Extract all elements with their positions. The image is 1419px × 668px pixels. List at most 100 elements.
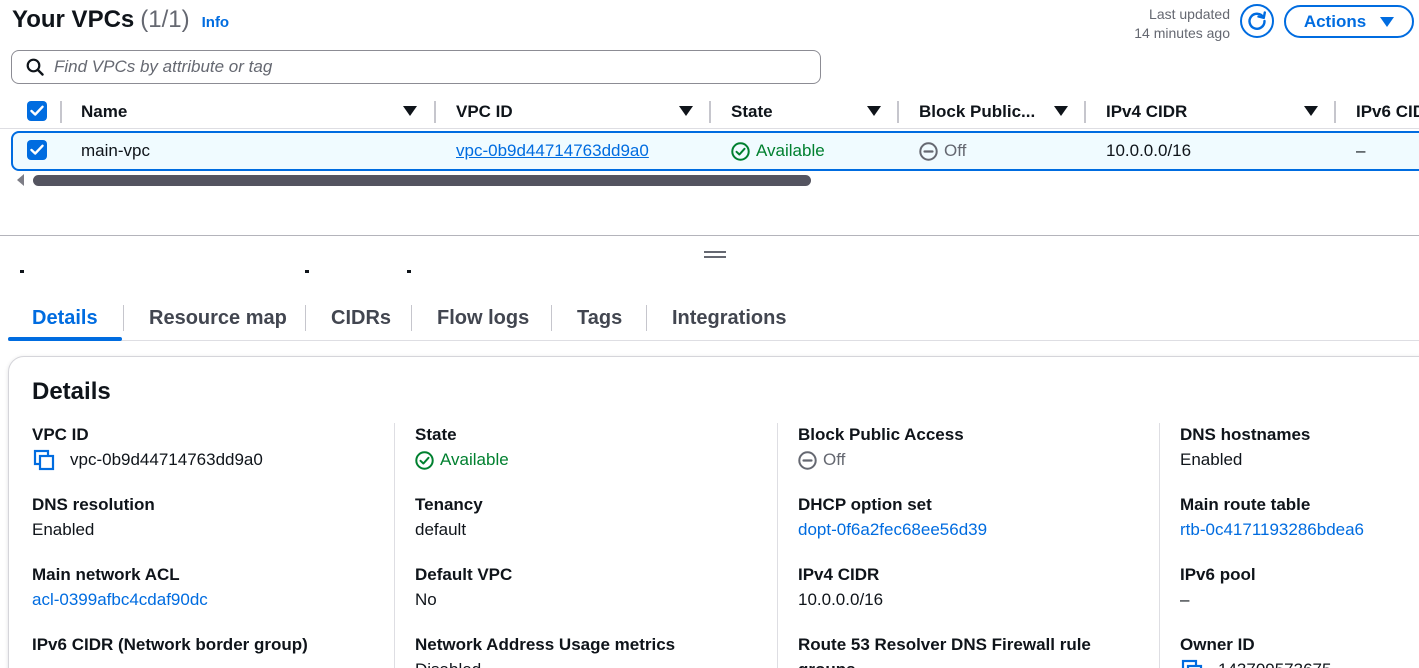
r53-firewall-label: Route 53 Resolver DNS Firewall rule: [798, 635, 1091, 654]
cell-state-text: Available: [756, 141, 825, 160]
row-checkbox[interactable]: [27, 140, 47, 160]
checkmark-icon: [30, 144, 44, 155]
clipped-text-fragment: [407, 270, 411, 273]
tab-details[interactable]: Details: [32, 305, 98, 331]
sort-caret-icon[interactable]: [1054, 106, 1068, 116]
block-public-access-value: Off: [798, 449, 845, 471]
r53-firewall-label-line2: groups: [798, 659, 856, 668]
tab-cidrs[interactable]: CIDRs: [331, 305, 391, 331]
cell-ipv6-cidr: –: [1356, 141, 1366, 160]
split-divider: [0, 235, 1419, 236]
last-updated: Last updated 14 minutes ago: [1100, 5, 1230, 43]
tab-tags[interactable]: Tags: [577, 305, 622, 331]
tenancy-label: Tenancy: [415, 495, 483, 514]
nau-metrics-label: Network Address Usage metrics: [415, 635, 676, 654]
tenancy-value: default: [415, 520, 467, 539]
sort-caret-icon[interactable]: [679, 106, 693, 116]
scroll-left-icon[interactable]: [17, 174, 24, 186]
state-value: Available: [415, 449, 509, 471]
nau-metrics-value: Disabled: [415, 659, 481, 668]
cell-vpc-id-link[interactable]: vpc-0b9d44714763dd9a0: [456, 140, 649, 162]
selection-count: (1/1): [140, 6, 190, 33]
column-divider[interactable]: [1334, 101, 1336, 123]
check-circle-icon: [731, 141, 750, 161]
check-circle-icon: [415, 450, 434, 470]
tabs-divider: [8, 340, 1419, 341]
column-divider: [60, 101, 62, 123]
page-header: Your VPCs (1/1) Info: [12, 6, 229, 34]
column-header-block-public[interactable]: Block Public...: [919, 101, 1035, 123]
sort-caret-icon[interactable]: [403, 106, 417, 116]
refresh-button[interactable]: [1240, 4, 1274, 38]
sort-caret-icon[interactable]: [1304, 106, 1318, 116]
clipped-text-fragment: [305, 270, 309, 273]
table-header-divider: [0, 128, 1419, 129]
info-link[interactable]: Info: [202, 14, 230, 31]
vpc-id-label: VPC ID: [32, 425, 89, 444]
sort-caret-icon[interactable]: [867, 106, 881, 116]
main-network-acl-label: Main network ACL: [32, 565, 180, 584]
last-updated-label: Last updated: [1149, 6, 1230, 22]
column-header-vpc-id[interactable]: VPC ID: [456, 101, 513, 123]
horizontal-scrollbar[interactable]: [33, 175, 811, 186]
cell-name: main-vpc: [81, 141, 150, 160]
column-header-ipv6-cidr[interactable]: IPv6 CID: [1356, 101, 1419, 123]
cell-block-public: Off: [919, 140, 966, 162]
ipv4-cidr-label: IPv4 CIDR: [798, 565, 880, 584]
tab-flow-logs[interactable]: Flow logs: [437, 305, 529, 331]
block-public-access-text: Off: [823, 450, 846, 469]
dhcp-option-set-label: DHCP option set: [798, 495, 932, 514]
tab-resource-map[interactable]: Resource map: [149, 305, 287, 331]
ipv6-pool-value: –: [1180, 590, 1190, 609]
cell-ipv4-cidr: 10.0.0.0/16: [1106, 141, 1192, 160]
dns-hostnames-value: Enabled: [1180, 450, 1243, 469]
refresh-icon: [1248, 11, 1266, 30]
resize-handle-icon[interactable]: [704, 251, 726, 259]
actions-button[interactable]: Actions: [1284, 5, 1414, 38]
dns-hostnames-label: DNS hostnames: [1180, 425, 1311, 444]
default-vpc-label: Default VPC: [415, 565, 513, 584]
copy-icon[interactable]: [1180, 659, 1206, 668]
minus-circle-icon: [798, 450, 817, 470]
copy-icon[interactable]: [32, 449, 58, 471]
owner-id-value: 143709573675: [1180, 659, 1331, 668]
select-all-checkbox[interactable]: [27, 101, 47, 121]
tab-separator: [411, 305, 412, 331]
page-title: Your VPCs: [12, 6, 135, 33]
cell-block-public-text: Off: [944, 141, 967, 160]
state-text: Available: [440, 450, 509, 469]
vpc-id-text: vpc-0b9d44714763dd9a0: [70, 450, 263, 469]
block-public-access-label: Block Public Access: [798, 425, 964, 444]
column-divider[interactable]: [1084, 101, 1086, 123]
search-input[interactable]: [54, 57, 794, 77]
main-route-table-label: Main route table: [1180, 495, 1311, 514]
ipv4-cidr-value: 10.0.0.0/16: [798, 590, 884, 609]
table-row[interactable]: [11, 131, 1419, 171]
ipv6-cidr-label: IPv6 CIDR (Network border group): [32, 635, 308, 654]
main-network-acl-link[interactable]: acl-0399afbc4cdaf90dc: [32, 589, 208, 611]
column-divider: [777, 423, 778, 668]
search-box[interactable]: [11, 50, 821, 84]
tab-separator: [551, 305, 552, 331]
ipv6-pool-label: IPv6 pool: [1180, 565, 1256, 584]
cell-state: Available: [731, 140, 825, 162]
last-updated-value: 14 minutes ago: [1134, 25, 1230, 41]
column-divider[interactable]: [897, 101, 899, 123]
column-divider[interactable]: [434, 101, 436, 123]
vpc-id-value: vpc-0b9d44714763dd9a0: [32, 449, 263, 471]
column-header-ipv4-cidr[interactable]: IPv4 CIDR: [1106, 101, 1187, 123]
active-tab-indicator: [8, 337, 122, 341]
column-header-state[interactable]: State: [731, 101, 773, 123]
column-divider[interactable]: [709, 101, 711, 123]
column-divider: [1159, 423, 1160, 668]
dhcp-option-set-link[interactable]: dopt-0f6a2fec68ee56d39: [798, 519, 987, 541]
checkmark-icon: [30, 105, 44, 116]
tab-integrations[interactable]: Integrations: [672, 305, 786, 331]
dns-resolution-value: Enabled: [32, 520, 95, 539]
clipped-text-fragment: [20, 270, 24, 273]
column-header-name[interactable]: Name: [81, 101, 127, 123]
column-divider: [394, 423, 395, 668]
tab-separator: [123, 305, 124, 331]
tab-separator: [646, 305, 647, 331]
main-route-table-link[interactable]: rtb-0c4171193286bdea6: [1180, 519, 1364, 541]
